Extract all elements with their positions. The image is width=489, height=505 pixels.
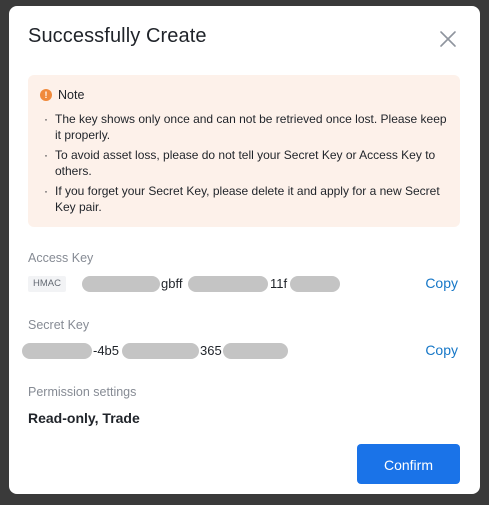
note-item: · To avoid asset loss, please do not tell… bbox=[44, 148, 436, 178]
permission-value: Read-only, Trade bbox=[28, 410, 140, 426]
secret-key-fragment: 365 bbox=[200, 343, 222, 358]
access-key-row: HMAC gbff 11f Copy bbox=[22, 273, 462, 295]
secret-key-fragment: -4b5 bbox=[93, 343, 120, 358]
confirm-button[interactable]: Confirm bbox=[357, 444, 460, 484]
note-header: ! Note bbox=[40, 88, 84, 102]
note-item: · The key shows only once and can not be … bbox=[44, 112, 447, 142]
note-list: · The key shows only once and can not be … bbox=[40, 111, 450, 219]
redacted-mask bbox=[22, 343, 92, 359]
warning-icon: ! bbox=[40, 89, 52, 101]
access-key-fragment: gbff bbox=[161, 276, 183, 291]
secret-key-row: -4b5 365 Copy bbox=[22, 340, 462, 362]
dialog-title: Successfully Create bbox=[28, 25, 207, 47]
redacted-mask bbox=[290, 276, 340, 292]
redacted-mask bbox=[122, 343, 199, 359]
redacted-mask bbox=[223, 343, 288, 359]
copy-access-key-button[interactable]: Copy bbox=[425, 273, 458, 293]
note-title: Note bbox=[58, 88, 85, 102]
success-dialog: Successfully Create ! Note · The key show… bbox=[9, 6, 480, 494]
access-key-fragment: 11f bbox=[270, 276, 288, 291]
copy-secret-key-button[interactable]: Copy bbox=[425, 340, 458, 360]
note-box: ! Note · The key shows only once and can … bbox=[28, 75, 460, 227]
redacted-mask bbox=[188, 276, 268, 292]
hmac-tag: HMAC bbox=[28, 276, 66, 292]
secret-key-label: Secret Key bbox=[28, 318, 90, 332]
redacted-mask bbox=[82, 276, 160, 292]
permission-label: Permission settings bbox=[28, 385, 137, 399]
note-item: · If you forget your Secret Key, please d… bbox=[44, 184, 440, 214]
access-key-label: Access Key bbox=[28, 251, 94, 265]
close-icon[interactable] bbox=[437, 28, 459, 50]
